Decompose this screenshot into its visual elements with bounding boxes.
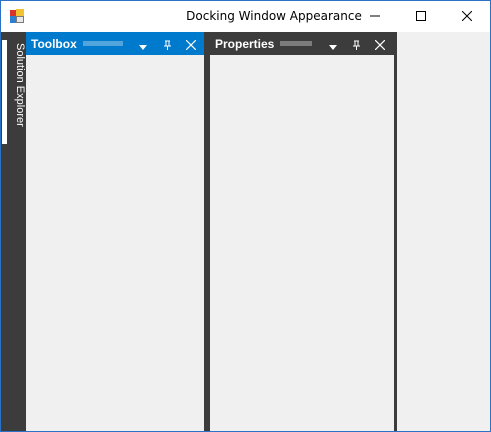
- toolbox-content: [26, 55, 205, 431]
- title-bar[interactable]: Docking Window Appearance: [1, 1, 490, 32]
- pin-icon: [163, 35, 172, 54]
- maximize-icon: [416, 11, 426, 21]
- grip-icon: [280, 41, 313, 46]
- toolbox-title: Toolbox: [31, 36, 77, 51]
- properties-pin-button[interactable]: [348, 36, 364, 52]
- toolbox-header[interactable]: Toolbox: [26, 32, 209, 55]
- auto-hide-tab-indicator[interactable]: [2, 40, 7, 144]
- properties-header[interactable]: Properties: [204, 32, 397, 55]
- close-icon: [185, 35, 197, 54]
- pin-icon: [352, 35, 361, 54]
- close-window-button[interactable]: [444, 1, 490, 31]
- grip-icon: [82, 41, 123, 46]
- document-area: [400, 32, 490, 431]
- app-window: Docking Window Appearance Solution Explo…: [0, 0, 491, 432]
- application-icon[interactable]: [10, 9, 24, 23]
- properties-dropdown-button[interactable]: [325, 36, 341, 52]
- properties-close-button[interactable]: [372, 36, 388, 52]
- toolbox-close-button[interactable]: [183, 36, 199, 52]
- properties-content: [210, 55, 394, 431]
- toolbox-panel: Toolbox: [26, 32, 209, 431]
- close-icon: [374, 35, 386, 54]
- close-icon: [462, 11, 472, 21]
- minimize-button[interactable]: [352, 1, 398, 31]
- maximize-button[interactable]: [398, 1, 444, 31]
- properties-title: Properties: [215, 36, 275, 51]
- minimize-icon: [370, 11, 380, 21]
- properties-panel: Properties: [204, 32, 397, 431]
- dropdown-arrow-icon: [329, 35, 337, 54]
- auto-hide-strip: Solution Explorer: [1, 32, 26, 431]
- toolbox-pin-button[interactable]: [159, 36, 175, 52]
- toolbox-dropdown-button[interactable]: [135, 36, 151, 52]
- dropdown-arrow-icon: [139, 35, 147, 54]
- solution-explorer-tab[interactable]: Solution Explorer: [8, 43, 26, 147]
